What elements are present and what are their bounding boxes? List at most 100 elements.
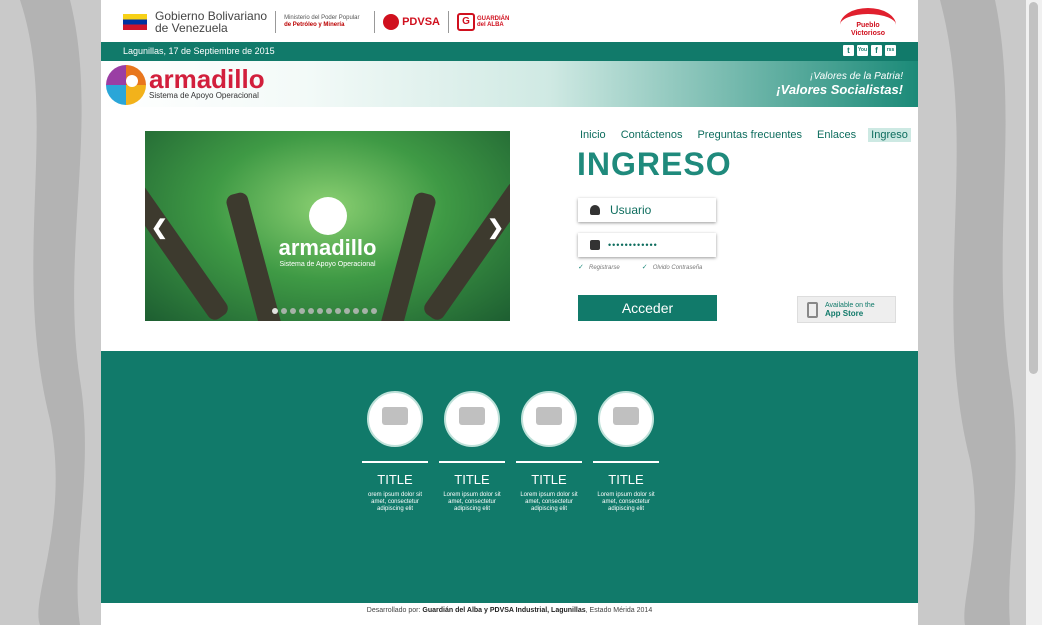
phone-icon [807,301,818,318]
tablet-icon [598,391,654,447]
divider [447,11,449,33]
main-nav: Inicio Contáctenos Preguntas frecuentes … [577,128,911,142]
slider-dot[interactable] [308,308,314,314]
pdvsa-text: PDVSA [402,16,440,28]
check-icon: ✓ [641,264,648,271]
nav-enlaces[interactable]: Enlaces [814,128,859,142]
password-input[interactable]: •••••••••••• [608,240,658,250]
divider [516,461,582,463]
slider-dot[interactable] [344,308,350,314]
feature-title: TITLE [531,472,567,487]
pdvsa-logo: PDVSA [383,14,440,30]
slider-dot[interactable] [353,308,359,314]
scrollbar[interactable] [1026,0,1042,625]
top-header: Gobierno Bolivariano de Venezuela Minist… [101,0,918,42]
armadillo-logo-icon [106,65,146,105]
page-container: Gobierno Bolivariano de Venezuela Minist… [101,0,918,625]
feature-title: TITLE [377,472,413,487]
divider [362,461,428,463]
divider [593,461,659,463]
feature-text: Lorem ipsum dolor sit amet, consectetur … [443,492,501,512]
guardian-line2: del ALBA [476,22,504,28]
slider-brand: armadillo [278,235,377,260]
ministry-line1: Ministerio del Poder Popular [284,15,360,21]
gov-line2: de Venezuela [155,21,228,35]
divider [439,461,505,463]
brand-name: armadillo [149,64,265,94]
rss-icon[interactable]: rss [885,45,896,56]
username-input[interactable] [608,202,712,218]
appstore-line2: App Store [825,308,864,318]
armadillo-banner: armadillo Sistema de Apoyo Operacional ¡… [101,61,918,107]
slider-dot[interactable] [272,308,278,314]
facebook-icon[interactable]: f [871,45,882,56]
feature-text: orem ipsum dolor sit amet, consectetur a… [367,492,423,512]
venezuela-flag-icon [123,14,147,30]
features-section: TITLE orem ipsum dolor sit amet, consect… [101,351,918,603]
slider-logo-icon [309,197,347,235]
slider-dot[interactable] [371,308,377,314]
footer-developer: Guardián del Alba y PDVSA Industrial, La… [422,607,586,614]
slider-dot[interactable] [362,308,368,314]
login-title: INGRESO [577,146,732,182]
feature-card[interactable]: TITLE Lorem ipsum dolor sit amet, consec… [439,391,505,513]
nav-contactenos[interactable]: Contáctenos [618,128,686,142]
divider [374,11,376,33]
brand-subtitle: Sistema de Apoyo Operacional [149,91,259,100]
slider-dot[interactable] [290,308,296,314]
login-options: ✓ Registrarse ✓ Olvido Contraseña [578,264,702,271]
slider-dots [272,308,377,314]
slider-next-icon[interactable]: ❯ [487,215,504,240]
footer-suffix: , Estado Mérida 2014 [585,607,653,614]
slider-dot[interactable] [317,308,323,314]
youtube-icon[interactable]: You [857,45,868,56]
acceder-button[interactable]: Acceder [578,295,717,321]
world-map-icon [367,391,423,447]
feature-text: Lorem ipsum dolor sit amet, consectetur … [597,492,655,512]
pdvsa-sun-icon [383,14,400,30]
monitor-chart-icon [444,391,500,447]
pueblo-victorioso-logo: Pueblo Victorioso [840,8,896,42]
check-icon: ✓ [578,264,584,271]
feature-card[interactable]: TITLE Lorem ipsum dolor sit amet, consec… [516,391,582,513]
app-store-badge[interactable]: Available on the App Store [797,296,896,323]
slider-dot[interactable] [335,308,341,314]
user-icon [590,205,600,215]
footer-prefix: Desarrollado por: [366,607,421,614]
footer: Desarrollado por: Guardián del Alba y PD… [101,603,918,625]
feature-card[interactable]: TITLE Lorem ipsum dolor sit amet, consec… [593,391,659,513]
nav-preguntas-frecuentes[interactable]: Preguntas frecuentes [694,128,805,142]
feature-cards: TITLE orem ipsum dolor sit amet, consect… [362,391,659,513]
social-links: t You f rss [843,45,896,56]
lock-icon [590,240,600,250]
feature-card[interactable]: TITLE orem ipsum dolor sit amet, consect… [362,391,428,513]
nav-ingreso[interactable]: Ingreso [868,128,911,142]
twitter-icon[interactable]: t [843,45,854,56]
image-slider: armadillo Sistema de Apoyo Operacional ❮… [145,131,510,321]
nav-inicio[interactable]: Inicio [577,128,609,142]
forgot-password-link[interactable]: ✓ Olvido Contraseña [642,264,703,271]
slider-subtitle: Sistema de Apoyo Operacional [279,261,376,268]
government-logos: Gobierno Bolivariano de Venezuela Minist… [123,8,509,36]
search-document-icon [521,391,577,447]
slogan-line2: ¡Valores Socialistas! [776,82,903,97]
slider-dot[interactable] [326,308,332,314]
current-date: Lagunillas, 17 de Septiembre de 2015 [123,46,275,56]
guardian-logo: G GUARDIÁN del ALBA [456,13,509,31]
password-field[interactable]: •••••••••••• [578,233,716,257]
slider-dot[interactable] [281,308,287,314]
divider [275,11,277,33]
scrollbar-thumb[interactable] [1029,2,1038,374]
username-field[interactable] [578,198,716,222]
feature-title: TITLE [454,472,490,487]
feature-title: TITLE [608,472,644,487]
feature-text: Lorem ipsum dolor sit amet, consectetur … [520,492,578,512]
ministry-line2: de Petróleo y Minería [284,22,345,28]
slogan-line1: ¡Valores de la Patria! [809,71,903,82]
slider-prev-icon[interactable]: ❮ [151,215,168,240]
register-link[interactable]: ✓ Registrarse [578,264,620,271]
guardian-g-icon: G [456,13,475,31]
slogan: ¡Valores de la Patria! ¡Valores Socialis… [776,71,903,97]
slider-dot[interactable] [299,308,305,314]
date-bar: Lagunillas, 17 de Septiembre de 2015 t Y… [101,42,918,61]
